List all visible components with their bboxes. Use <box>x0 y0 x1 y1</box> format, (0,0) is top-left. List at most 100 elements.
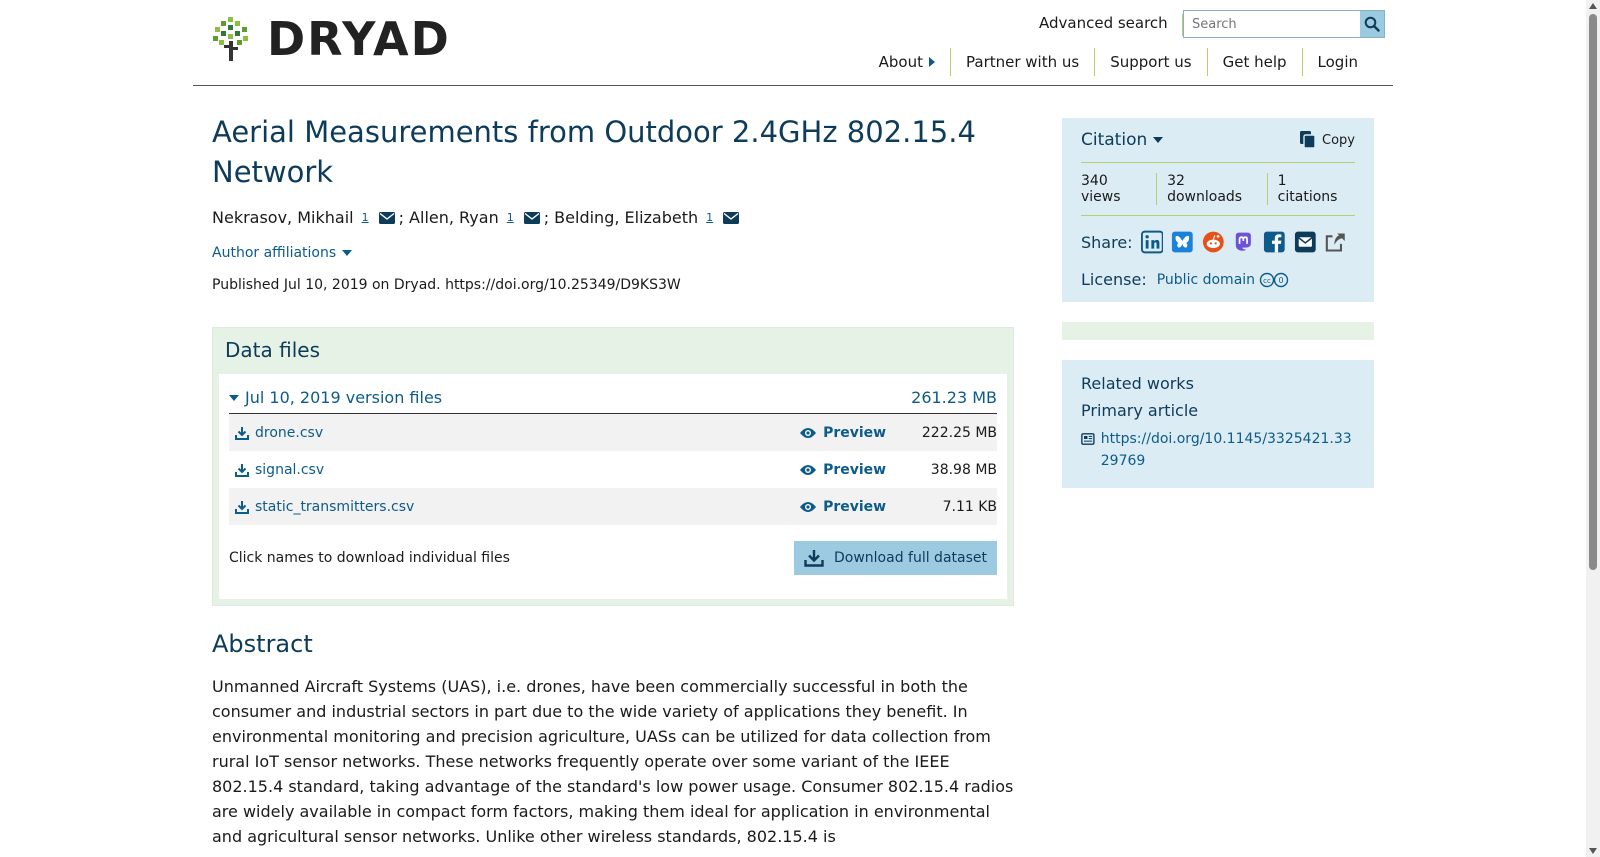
nav-support-label: Support us <box>1110 53 1192 71</box>
main-nav: About Partner with us Support us Get hel… <box>864 48 1373 76</box>
caret-down-icon <box>342 250 353 256</box>
license-link[interactable]: Public domain <box>1157 272 1255 288</box>
dataset-title: Aerial Measurements from Outdoor 2.4GHz … <box>212 115 976 189</box>
metrics: 340 views 32 downloads 1 citations <box>1081 163 1355 216</box>
advanced-search-link[interactable]: Advanced search <box>1039 14 1183 36</box>
related-works-heading: Related works <box>1081 374 1194 393</box>
tree-logo-icon <box>213 17 248 61</box>
scroll-up-arrow-icon[interactable] <box>1589 3 1597 9</box>
site-header: DRYAD Advanced search About Partner with… <box>193 0 1393 86</box>
email-icon[interactable] <box>378 211 395 224</box>
dryad-logo[interactable]: DRYAD <box>213 16 451 62</box>
author-name: ; Belding, Elizabeth <box>543 208 699 227</box>
preview-label: Preview <box>823 461 887 478</box>
downloads-count: 32 downloads <box>1156 173 1267 205</box>
search-form <box>1183 10 1385 38</box>
preview-button[interactable]: Preview <box>799 425 898 441</box>
file-row: drone.csv Preview 222.25 MB <box>229 414 997 451</box>
file-download-link[interactable]: static_transmitters.csv <box>255 499 414 515</box>
data-files-panel: Data files Jul 10, 2019 version files 26… <box>212 327 1014 606</box>
license-label: License: <box>1081 270 1147 289</box>
linkedin-icon[interactable] <box>1140 230 1164 254</box>
email-icon[interactable] <box>523 211 540 224</box>
reddit-icon[interactable] <box>1202 230 1225 254</box>
mastodon-icon[interactable] <box>1232 230 1255 254</box>
abstract-heading: Abstract <box>212 630 313 658</box>
file-download-link[interactable]: drone.csv <box>255 425 323 441</box>
download-full-label: Download full dataset <box>833 550 987 566</box>
share-icon[interactable] <box>1324 230 1347 254</box>
related-article-link[interactable]: https://doi.org/10.1145/3325421.3329769 <box>1101 428 1355 472</box>
download-icon <box>235 426 249 440</box>
file-download-link[interactable]: signal.csv <box>255 462 324 478</box>
author-affiliations-label: Author affiliations <box>212 245 337 261</box>
author-list: Nekrasov, Mikhail 1 ; Allen, Ryan 1 ; Be… <box>212 208 1014 227</box>
search-icon <box>1364 16 1380 32</box>
eye-icon <box>800 427 817 438</box>
bluesky-icon[interactable] <box>1171 230 1194 254</box>
citation-panel: Citation Copy 340 views 32 downloads 1 c… <box>1062 118 1374 302</box>
nav-about[interactable]: About <box>864 48 950 76</box>
preview-label: Preview <box>823 498 887 515</box>
nav-login-label: Login <box>1317 53 1358 71</box>
author-affiliations-toggle[interactable]: Author affiliations <box>212 245 1014 261</box>
file-size: 38.98 MB <box>930 461 998 478</box>
svg-text:cc: cc <box>1263 277 1271 285</box>
copy-citation-button[interactable]: Copy <box>1300 131 1355 149</box>
data-files-list: Jul 10, 2019 version files 261.23 MB dro… <box>219 374 1007 599</box>
public-domain-icon: cc 0 <box>1259 272 1289 287</box>
version-size: 261.23 MB <box>911 388 997 407</box>
nav-support[interactable]: Support us <box>1094 48 1206 76</box>
file-size: 7.11 KB <box>942 498 998 515</box>
preview-button[interactable]: Preview <box>799 499 898 515</box>
scroll-down-arrow-icon[interactable] <box>1589 848 1597 854</box>
main-content: Aerial Measurements from Outdoor 2.4GHz … <box>212 112 1014 849</box>
preview-button[interactable]: Preview <box>799 462 898 478</box>
email-share-icon[interactable] <box>1294 230 1317 254</box>
page-scrollbar[interactable] <box>1586 0 1600 857</box>
citation-toggle[interactable]: Citation <box>1081 130 1164 150</box>
download-icon <box>804 550 824 567</box>
nav-login[interactable]: Login <box>1301 48 1373 76</box>
facebook-icon[interactable] <box>1263 230 1286 254</box>
copy-icon <box>1300 131 1316 149</box>
views-count: 340 views <box>1081 173 1121 205</box>
file-row: static_transmitters.csv Preview 7.11 KB <box>229 488 997 525</box>
nav-about-label: About <box>878 53 923 71</box>
related-article: https://doi.org/10.1145/3325421.3329769 <box>1081 428 1355 472</box>
nav-help[interactable]: Get help <box>1206 48 1302 76</box>
nav-partner[interactable]: Partner with us <box>950 48 1094 76</box>
affiliation-link[interactable]: 1 <box>362 211 369 224</box>
author-name: Nekrasov, Mikhail <box>212 208 354 227</box>
abstract-text: Unmanned Aircraft Systems (UAS), i.e. dr… <box>212 677 1014 846</box>
primary-article-label: Primary article <box>1081 401 1199 420</box>
svg-text:0: 0 <box>1279 276 1284 285</box>
license-row: License: Public domain cc 0 <box>1081 270 1355 289</box>
affiliation-link[interactable]: 1 <box>706 211 713 224</box>
version-toggle[interactable]: Jul 10, 2019 version files 261.23 MB <box>229 388 997 414</box>
eye-icon <box>800 464 817 475</box>
citations-count: 1 citations <box>1266 173 1355 205</box>
sidebar: Citation Copy 340 views 32 downloads 1 c… <box>1062 118 1374 488</box>
affiliation-link[interactable]: 1 <box>507 211 514 224</box>
search-button[interactable] <box>1360 11 1384 37</box>
search-input[interactable] <box>1184 11 1360 37</box>
citation-label: Citation <box>1081 130 1148 150</box>
version-label: Jul 10, 2019 version files <box>245 388 443 407</box>
article-icon <box>1081 433 1095 445</box>
nav-help-label: Get help <box>1222 53 1287 71</box>
author-name: ; Allen, Ryan <box>398 208 499 227</box>
scrollbar-thumb[interactable] <box>1589 14 1597 570</box>
file-row: signal.csv Preview 38.98 MB <box>229 451 997 488</box>
share-row: Share: <box>1081 230 1355 254</box>
share-label: Share: <box>1081 232 1133 252</box>
download-icon <box>235 500 249 514</box>
download-icon <box>235 463 249 477</box>
caret-down-icon <box>1153 137 1164 143</box>
email-icon[interactable] <box>723 211 740 224</box>
download-hint: Click names to download individual files <box>229 550 510 566</box>
download-full-dataset-button[interactable]: Download full dataset <box>793 541 997 575</box>
data-files-title: Data files <box>225 338 320 362</box>
brand-name: DRYAD <box>267 12 451 66</box>
related-works-panel: Related works Primary article https://do… <box>1062 360 1374 488</box>
